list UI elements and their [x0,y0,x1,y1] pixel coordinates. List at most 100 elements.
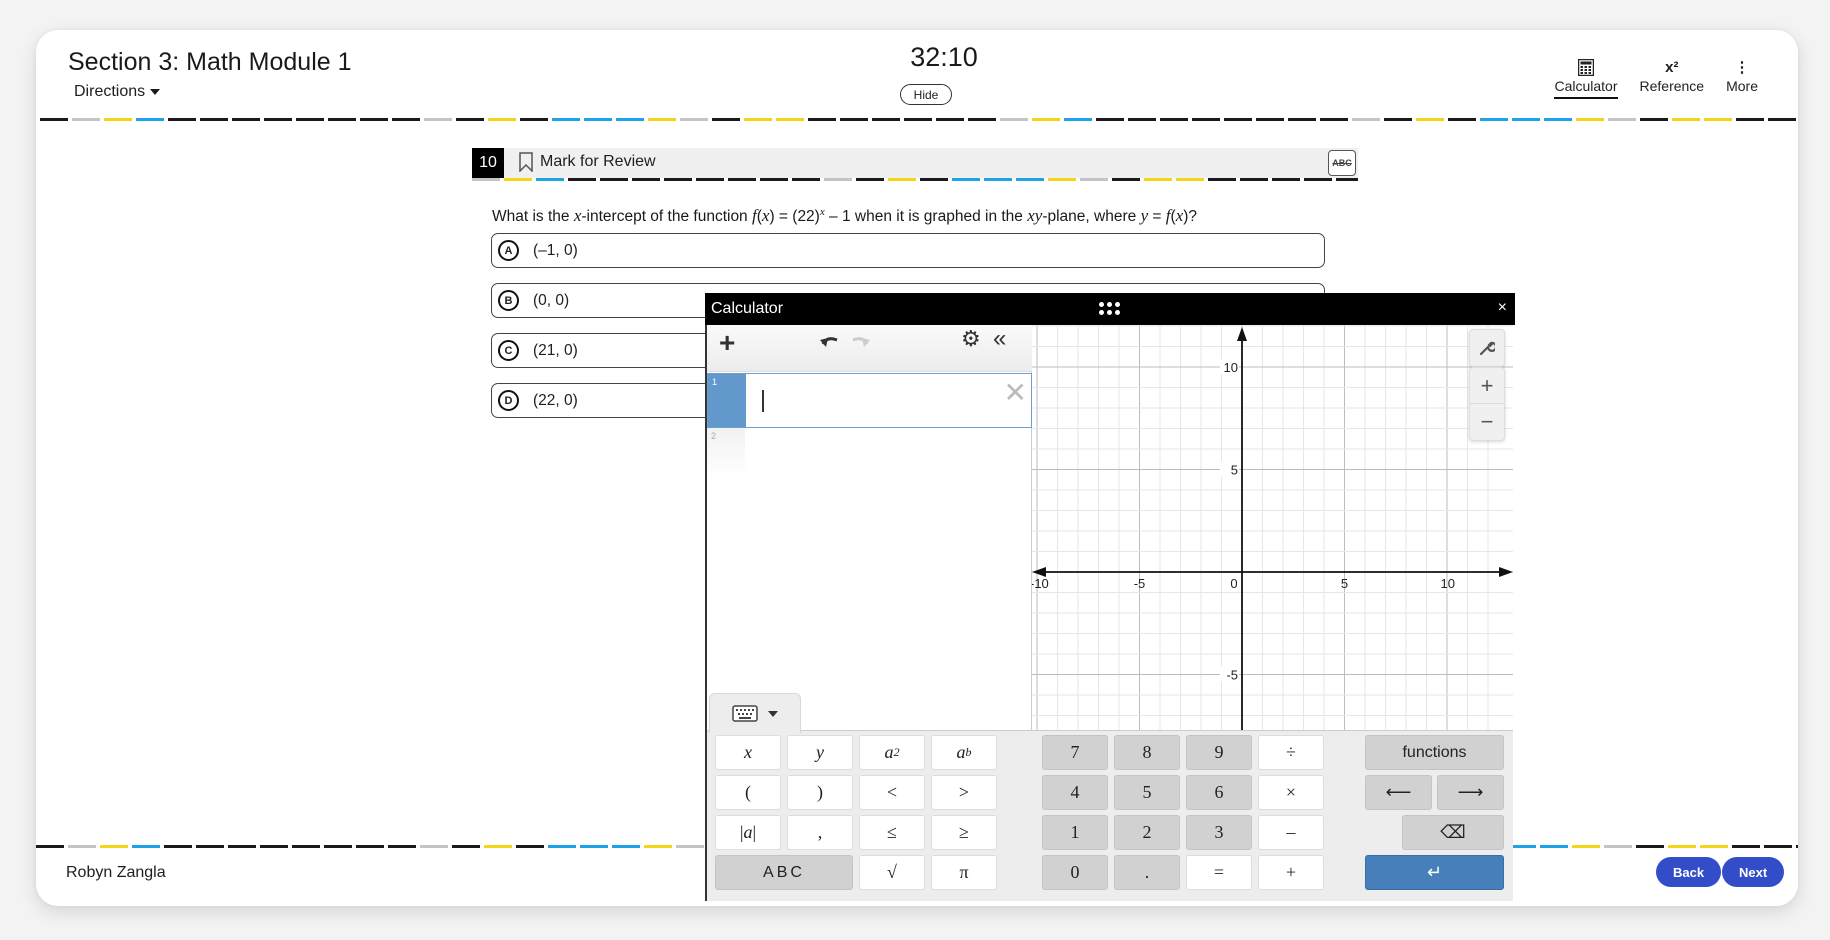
delete-expression-icon[interactable]: ✕ [1004,376,1027,409]
graph-settings-button[interactable] [1469,329,1505,367]
num-key-×[interactable]: × [1258,775,1324,810]
divider-dash [472,178,500,181]
num-key-9[interactable]: 9 [1186,735,1252,770]
divider-dash [676,845,704,848]
divider-dash [696,178,724,181]
num-key-4[interactable]: 4 [1042,775,1108,810]
divider-dash [104,118,132,121]
x-axis-arrow-right [1499,567,1513,577]
choice-text: (0, 0) [533,291,570,309]
mark-for-review-button[interactable]: Mark for Review [518,152,656,172]
drag-handle-icon[interactable] [1099,302,1120,315]
num-key-8[interactable]: 8 [1114,735,1180,770]
zoom-in-button[interactable]: + [1470,368,1504,404]
settings-gear-icon[interactable]: ⚙ [961,326,981,352]
question-divider [472,178,1358,181]
collapse-panel-icon[interactable]: « [993,325,1006,353]
key-0-3[interactable]: ab [931,735,997,770]
x-squared-icon: x² [1665,58,1679,76]
divider-dash [520,118,548,121]
divider-dash [1048,178,1076,181]
divider-dash [920,178,948,181]
num-key-2[interactable]: 2 [1114,815,1180,850]
more-tool-button[interactable]: ⋮ More [1726,56,1758,99]
key-1-2[interactable]: < [859,775,925,810]
answer-choice-a[interactable]: A (–1, 0) [491,233,1325,268]
divider-dash [164,845,192,848]
divider-dash [1176,178,1204,181]
key-0-1[interactable]: y [787,735,853,770]
divider-dash [1096,118,1124,121]
reference-tool-label: Reference [1639,78,1705,94]
num-key-0[interactable]: 0 [1042,855,1108,890]
key-1-1[interactable]: ) [787,775,853,810]
divider-dash [68,845,96,848]
num-key-7[interactable]: 7 [1042,735,1108,770]
num-key-3[interactable]: 3 [1186,815,1252,850]
back-button[interactable]: Back [1656,857,1722,887]
expression-input[interactable] [748,374,1031,427]
num-key-÷[interactable]: ÷ [1258,735,1324,770]
num-key-6[interactable]: 6 [1186,775,1252,810]
graph-area[interactable]: -10 -5 0 5 10 10 5 -5 + − [1032,325,1513,730]
divider-dash [232,118,260,121]
calculator-tool-button[interactable]: Calculator [1554,56,1618,99]
wrench-icon [1470,330,1504,366]
abc-key[interactable]: ABC [715,855,853,890]
reference-tool-button[interactable]: x² Reference [1640,56,1705,99]
divider-dash [40,118,68,121]
choice-letter: D [498,390,519,411]
key-2-0[interactable]: | a | [715,815,781,850]
calculator-window: Calculator × + ⚙ « 1 ✕ 2 -10-50510105-5 [705,293,1515,901]
question-text: What is the x-intercept of the function … [492,206,1198,226]
directions-dropdown[interactable]: Directions [74,83,161,101]
more-tool-label: More [1726,78,1758,94]
calculator-close-button[interactable]: × [1498,299,1507,317]
key-0-0[interactable]: x [715,735,781,770]
undo-icon[interactable] [819,329,841,357]
calculator-keypad: x y a 2 a b () < > | a |, ≤ ≥ ABC √ π 7 8 9 ÷ 4 5 6 × 1 2 3– 0. = + fun… [707,693,1513,901]
calculator-titlebar[interactable]: Calculator × [705,293,1515,325]
backspace-key[interactable]: ⌫ [1402,815,1504,850]
key-1-3[interactable]: > [931,775,997,810]
answer-eliminator-button[interactable]: ABC [1328,150,1356,176]
divider-dash [1576,118,1604,121]
expression-row[interactable]: 1 ✕ [707,373,1032,428]
graph-canvas[interactable]: -10 -5 0 5 10 10 5 -5 [1032,325,1513,730]
y-tick-label: 10 [1224,360,1238,375]
key-2-1[interactable]: , [787,815,853,850]
cursor-left-key[interactable]: ⟵ [1365,775,1432,810]
redo-icon[interactable] [849,329,871,357]
key-1-0[interactable]: ( [715,775,781,810]
num-key-=[interactable]: = [1186,855,1252,890]
expression-index: 2 [707,428,745,478]
hide-timer-button[interactable]: Hide [900,84,952,105]
keyboard-toggle-button[interactable] [709,693,801,733]
calculator-title: Calculator [711,300,784,317]
divider-dash [984,178,1012,181]
sqrt-key[interactable]: √ [859,855,925,890]
expression-row[interactable]: 2 [707,428,1032,478]
num-key-5[interactable]: 5 [1114,775,1180,810]
num-key-–[interactable]: – [1258,815,1324,850]
divider-dash [200,118,228,121]
zoom-out-button[interactable]: − [1470,404,1504,440]
key-0-2[interactable]: a2 [859,735,925,770]
cursor-right-key[interactable]: ⟶ [1437,775,1504,810]
pi-key[interactable]: π [931,855,997,890]
functions-key[interactable]: functions [1365,735,1504,770]
enter-key[interactable]: ↵ [1365,855,1504,890]
add-expression-icon[interactable]: + [719,327,735,359]
divider-dash [792,178,820,181]
divider-dash [712,118,740,121]
num-key-+[interactable]: + [1258,855,1324,890]
key-2-2[interactable]: ≤ [859,815,925,850]
divider-dash [1352,118,1380,121]
expression-toolbar: + ⚙ « [707,325,1032,372]
divider-dash [552,118,580,121]
num-key-.[interactable]: . [1114,855,1180,890]
key-2-3[interactable]: ≥ [931,815,997,850]
num-key-1[interactable]: 1 [1042,815,1108,850]
next-button[interactable]: Next [1722,857,1785,887]
divider-dash [452,845,480,848]
